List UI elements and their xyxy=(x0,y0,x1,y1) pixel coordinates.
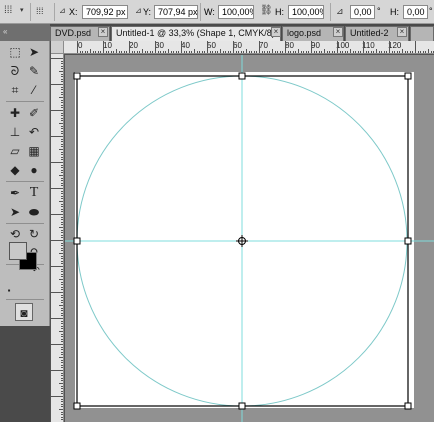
tools-panel: « ⬚ ➤ ᘐ ✎ ⌗ ⁄ ✚ ✐ ⊥ ↶ ▱ ▦ ◆ ● ✒ T ➤ ⬬ ⟲ … xyxy=(0,24,50,422)
close-icon[interactable]: × xyxy=(397,27,407,37)
horizontal-ruler-ticks xyxy=(77,41,434,53)
y-position-input[interactable]: 707,94 px xyxy=(154,5,198,19)
gradient-tool-icon[interactable]: ▦ xyxy=(25,142,43,160)
height-scale-input[interactable]: 100,00% xyxy=(288,5,324,19)
tab-label: Untitled-1 @ 33,3% (Shape 1, CMYK/8) * xyxy=(116,28,281,38)
chain-link-icon[interactable]: ⛓ xyxy=(260,4,273,18)
vertical-ruler-ticks xyxy=(51,58,63,420)
reference-point-grid-icon[interactable]: ⁞⁞⁞ xyxy=(36,4,44,18)
rotate-angle-input[interactable]: 0,00 xyxy=(350,5,375,19)
tool-preset-picker-icon[interactable]: ⁞⁞⁞ xyxy=(4,4,12,18)
options-bar: ⁞⁞⁞ ▾ ⁞⁞⁞ X: ⊿ 709,92 px ⊿ Y: 707,94 px … xyxy=(0,0,434,24)
toolbox-separator xyxy=(6,101,44,102)
move-tool-icon[interactable]: ➤ xyxy=(25,43,43,61)
brush-tool-icon[interactable]: ✐ xyxy=(25,104,43,122)
horizontal-ruler[interactable]: 0 10 20 30 40 50 60 70 80 90 100 110 120 xyxy=(51,41,434,54)
width-scale-input[interactable]: 100,00% xyxy=(218,5,254,19)
tab-untitled-1[interactable]: Untitled-1 @ 33,3% (Shape 1, CMYK/8) * xyxy=(111,26,281,41)
rotate-angle-value: 0,00 xyxy=(354,7,372,17)
options-separator xyxy=(30,3,31,21)
tab-overflow[interactable] xyxy=(410,26,434,41)
w-label: W: xyxy=(204,7,215,17)
toolbox-separator xyxy=(6,299,44,300)
type-tool-icon[interactable]: T xyxy=(25,184,43,202)
horizontal-skew-input[interactable]: 0,00 xyxy=(403,5,428,19)
3d-rotate-tool-icon[interactable]: ⟲ xyxy=(6,225,24,243)
h-label: H: xyxy=(275,7,284,17)
quick-selection-tool-icon[interactable]: ✎ xyxy=(25,62,43,80)
shape-tool-icon[interactable]: ⬬ xyxy=(25,203,43,221)
toolbox-separator xyxy=(6,181,44,182)
options-separator xyxy=(54,3,55,21)
horizontal-skew-value: 0,00 xyxy=(407,7,425,17)
clone-stamp-tool-icon[interactable]: ⊥ xyxy=(6,123,24,141)
position-y-icon: ⊿ xyxy=(135,6,142,15)
close-icon[interactable]: × xyxy=(98,27,108,37)
pen-tool-icon[interactable]: ✒ xyxy=(6,184,24,202)
toolbox-separator xyxy=(6,223,44,224)
default-colors-icon[interactable]: ▪ xyxy=(4,286,14,296)
document-canvas[interactable] xyxy=(75,72,414,408)
collapse-icon[interactable]: « xyxy=(3,27,7,37)
toolbox-empty-area xyxy=(0,326,50,422)
tools-panel-header: « xyxy=(0,24,50,41)
rotate-angle-unit: ° xyxy=(377,6,381,16)
healing-brush-tool-icon[interactable]: ✚ xyxy=(6,104,24,122)
blur-tool-icon[interactable]: ◆ xyxy=(6,161,24,179)
close-icon[interactable]: × xyxy=(333,27,343,37)
dodge-tool-icon[interactable]: ● xyxy=(25,161,43,179)
tab-label: DVD.psd xyxy=(55,28,92,38)
tool-preset-dropdown-icon[interactable]: ▾ xyxy=(20,4,24,18)
horizontal-skew-unit: ° xyxy=(429,6,433,16)
history-brush-tool-icon[interactable]: ↶ xyxy=(25,123,43,141)
eraser-tool-icon[interactable]: ▱ xyxy=(6,142,24,160)
quick-mask-icon[interactable]: ◙ xyxy=(15,303,33,321)
rotate-angle-icon: ⊿ xyxy=(336,6,344,16)
tab-label: logo.psd xyxy=(287,28,322,38)
path-selection-tool-icon[interactable]: ➤ xyxy=(6,203,24,221)
marquee-tool-icon[interactable]: ⬚ xyxy=(6,43,24,61)
x-label: X: xyxy=(69,7,78,17)
lasso-tool-icon[interactable]: ᘐ xyxy=(6,62,24,80)
y-label: Y: xyxy=(143,7,152,17)
x-position-input[interactable]: 709,92 px xyxy=(82,5,128,19)
document-tab-strip: DVD.psd × Untitled-1 @ 33,3% (Shape 1, C… xyxy=(0,24,434,41)
foreground-color-swatch[interactable] xyxy=(9,242,27,260)
position-icon: ⊿ xyxy=(59,6,66,15)
vertical-ruler[interactable] xyxy=(51,54,64,422)
eyedropper-tool-icon[interactable]: ⁄ xyxy=(25,81,43,99)
tab-label: Untitled-2 xyxy=(350,28,389,38)
close-icon[interactable]: × xyxy=(271,27,281,37)
crop-tool-icon[interactable]: ⌗ xyxy=(6,81,24,99)
options-separator xyxy=(330,3,331,21)
options-separator xyxy=(200,3,201,21)
hskew-label: H: xyxy=(390,7,399,17)
ruler-origin-corner[interactable] xyxy=(51,41,64,54)
3d-orbit-tool-icon[interactable]: ↻ xyxy=(25,225,43,243)
